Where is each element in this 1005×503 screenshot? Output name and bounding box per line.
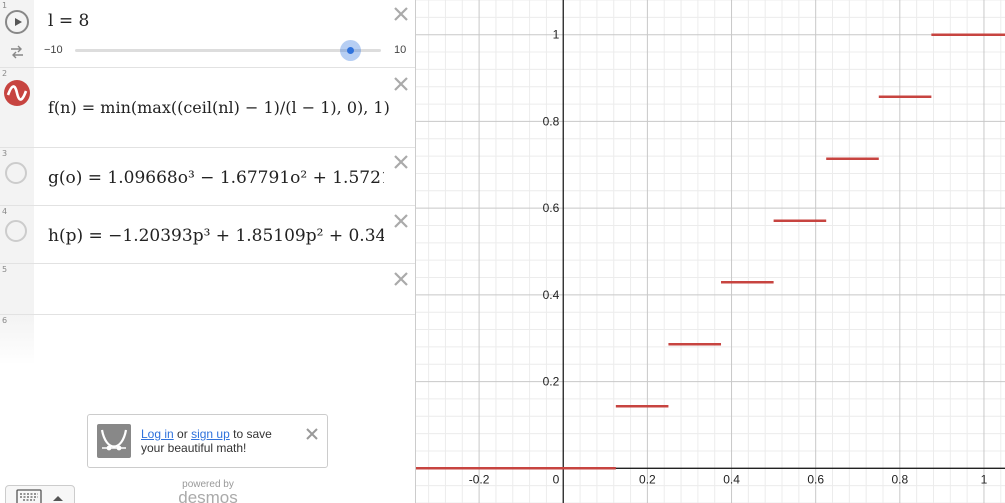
hidden-graph-toggle[interactable] [5,162,27,184]
delete-expression-button[interactable] [392,153,410,171]
hidden-graph-toggle[interactable] [5,220,27,242]
x-tick-label: 0.8 [891,472,908,486]
row-number: 5 [2,265,8,274]
desmos-brand[interactable]: desmos [168,489,248,503]
expression-row-3[interactable]: 3 g(o) = 1.09668o³ − 1.67791o² + 1.57216… [0,148,415,206]
toast-save-text-2: your beautiful math! [141,441,247,455]
grid-minor [416,0,1005,503]
toast-text: Log in or sign up to save your beautiful… [141,427,272,455]
row-number: 4 [2,207,8,216]
expression-row-6[interactable]: 6 [0,315,415,365]
row-number: 6 [2,316,8,325]
powered-by: powered by desmos [168,479,248,503]
caret-up-icon [53,496,63,501]
row-gutter: 4 [0,206,34,263]
x-tick-label: 0.2 [639,472,656,486]
signup-link[interactable]: sign up [191,427,230,441]
y-tick-label: 0.8 [543,114,560,128]
y-tick-label: 0.6 [543,201,560,215]
row-gutter: 3 [0,148,34,205]
y-tick-label: 1 [553,28,560,42]
row-number: 2 [2,69,8,78]
login-link[interactable]: Log in [141,427,174,441]
delete-expression-button[interactable] [392,5,410,23]
slider-handle[interactable] [340,40,361,61]
slider-min: −10 [44,44,63,56]
desmos-logo-icon [97,424,131,458]
expression-text[interactable]: f(n) = min(max((ceil(nl) − 1)/(l − 1), 0… [48,98,390,117]
x-tick-label: 1 [981,472,988,486]
row-gutter: 2 [0,68,34,147]
expression-row-4[interactable]: 4 h(p) = −1.20393p³ + 1.85109p² + 0.3485… [0,206,415,264]
row-gutter: 5 [0,264,34,314]
slider-max: 10 [394,44,407,56]
x-tick-label: 0.4 [723,472,740,486]
y-tick-label: 0.4 [543,288,560,302]
delete-expression-button[interactable] [392,75,410,93]
row-gutter: 1 [0,0,34,67]
slider-track[interactable] [75,49,381,52]
expression-list: 1 l = 8 −10 10 2 f(n) = min(max((ceil(nl… [0,0,416,503]
x-tick-label: 0.6 [807,472,824,486]
graph-paper[interactable]: -0.2 0 0.2 0.4 0.6 0.8 1 0.2 0.4 0.6 0.8 1 [416,0,1005,503]
expression-text[interactable]: g(o) = 1.09668o³ − 1.67791o² + 1.57216o [48,168,384,188]
close-icon [394,7,408,21]
x-tick-label: -0.2 [469,472,490,486]
play-icon [15,18,22,26]
keyboard-toggle-button[interactable] [5,485,75,503]
keyboard-icon [16,489,42,503]
expression-row-1[interactable]: 1 l = 8 −10 10 [0,0,415,68]
expression-row-5[interactable]: 5 [0,264,415,315]
close-icon [394,155,408,169]
close-toast-button[interactable] [306,428,318,440]
login-toast: Log in or sign up to save your beautiful… [87,414,328,468]
toast-or: or [177,427,188,441]
close-icon [394,272,408,286]
row-number: 3 [2,149,8,158]
expression-text[interactable]: l = 8 [48,11,89,31]
play-button[interactable] [5,10,29,34]
toast-save-text: to save [233,427,272,441]
delete-expression-button[interactable] [392,212,410,230]
loop-icon[interactable] [9,45,25,59]
delete-expression-button[interactable] [392,270,410,288]
expression-row-2[interactable]: 2 f(n) = min(max((ceil(nl) − 1)/(l − 1),… [0,68,415,148]
close-icon [394,77,408,91]
color-icon[interactable] [4,80,30,106]
expression-text[interactable]: h(p) = −1.20393p³ + 1.85109p² + 0.3485… [48,226,384,246]
row-gutter: 6 [0,315,34,365]
row-number: 1 [2,1,8,10]
close-icon [394,214,408,228]
y-tick-label: 0.2 [543,375,560,389]
x-tick-label: 0 [553,472,560,486]
